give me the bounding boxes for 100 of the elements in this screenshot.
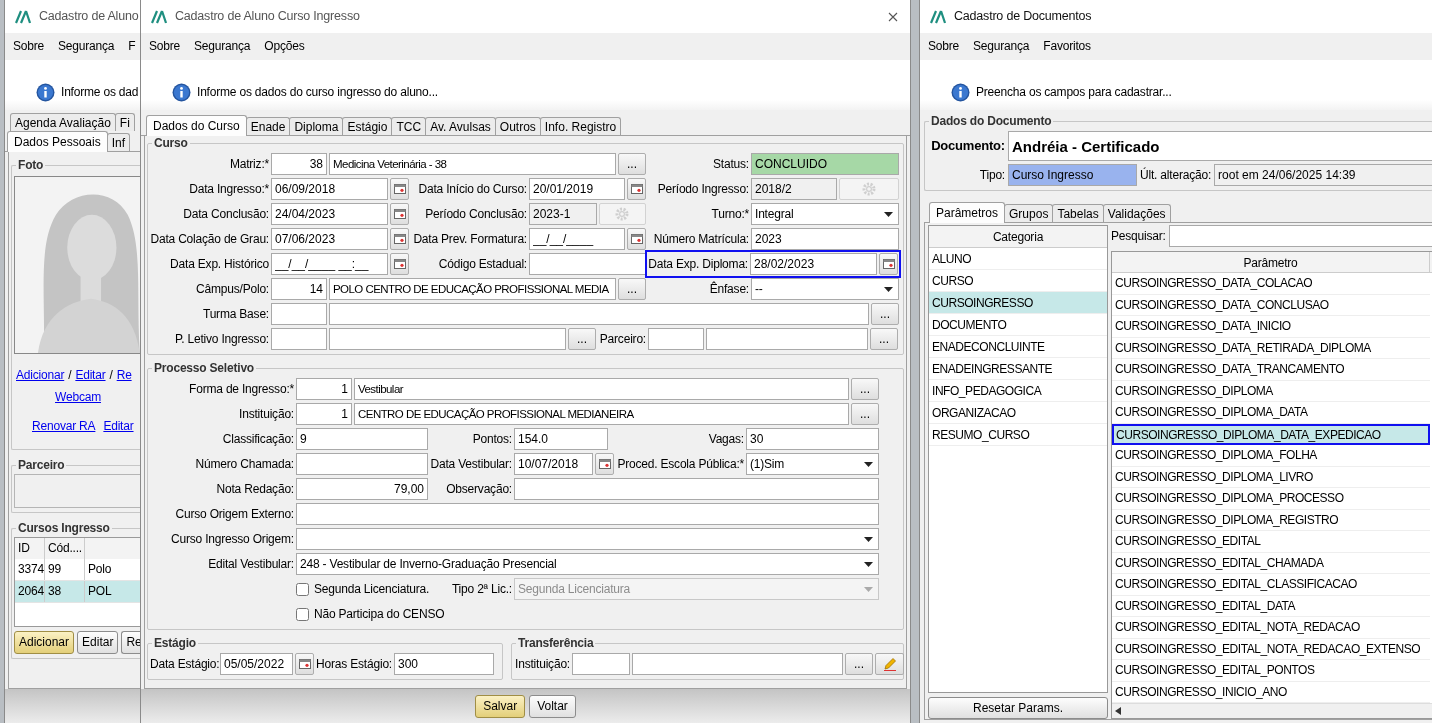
- tab[interactable]: Inf: [106, 133, 131, 151]
- status-field[interactable]: CONCLUIDO: [751, 153, 899, 175]
- link[interactable]: Re: [116, 368, 132, 383]
- date-field[interactable]: 24/04/2023: [271, 203, 388, 225]
- period-field[interactable]: 2023-1: [529, 203, 597, 225]
- name-field[interactable]: [329, 328, 566, 350]
- checkbox[interactable]: [296, 607, 309, 621]
- tab[interactable]: Parâmetros: [929, 202, 1006, 223]
- menu-item[interactable]: Sobre: [928, 39, 960, 54]
- list-item[interactable]: ORGANIZACAO: [929, 402, 1107, 424]
- table-row[interactable]: CURSOINGRESSO_DIPLOMA: [1112, 380, 1430, 402]
- menu-item[interactable]: Segurança: [973, 39, 1030, 54]
- column-header[interactable]: ID: [15, 538, 45, 560]
- lookup-button[interactable]: ...: [851, 403, 879, 425]
- code-field[interactable]: [271, 303, 327, 325]
- column-header[interactable]: Categoria: [929, 226, 1107, 248]
- link[interactable]: Adicionar: [16, 368, 65, 383]
- list-item[interactable]: RESUMO_CURSO: [929, 424, 1107, 446]
- tab[interactable]: Info. Registro: [539, 117, 622, 135]
- name-field[interactable]: Vestibular: [354, 378, 849, 400]
- menu-item[interactable]: F: [128, 39, 136, 54]
- number-field[interactable]: 79,00: [296, 478, 428, 500]
- lookup-button[interactable]: ...: [870, 328, 898, 350]
- name-field[interactable]: [706, 328, 868, 350]
- date-field[interactable]: 28/02/2023: [750, 253, 877, 275]
- text-field[interactable]: 300: [394, 653, 494, 675]
- tab[interactable]: Estágio: [342, 117, 393, 135]
- type-field[interactable]: Curso Ingresso: [1008, 164, 1137, 186]
- tab[interactable]: Diploma: [289, 117, 344, 135]
- column-header[interactable]: Cód....: [45, 538, 85, 560]
- name-field[interactable]: Medicina Veterinária - 38: [329, 153, 616, 175]
- dropdown[interactable]: [296, 528, 879, 550]
- list-item[interactable]: DOCUMENTO: [929, 314, 1107, 336]
- lookup-button[interactable]: ...: [618, 278, 646, 300]
- dropdown[interactable]: Integral: [751, 203, 899, 225]
- text-field[interactable]: [296, 503, 879, 525]
- tab[interactable]: Dados Pessoais: [7, 131, 108, 152]
- code-field[interactable]: [271, 328, 327, 350]
- table-row[interactable]: CURSOINGRESSO_DIPLOMA_DATA_EXPEDICAO: [1112, 423, 1430, 445]
- table-row[interactable]: CURSOINGRESSO_DIPLOMA_PROCESSO: [1112, 488, 1430, 510]
- calendar-button[interactable]: [390, 178, 409, 200]
- document-field[interactable]: Andréia - Certificado: [1008, 131, 1432, 161]
- table-row[interactable]: CURSOINGRESSO_EDITAL_DATA: [1112, 595, 1430, 617]
- dropdown[interactable]: (1)Sim: [746, 453, 879, 475]
- menu-item[interactable]: Segurança: [194, 39, 251, 54]
- code-field[interactable]: [648, 328, 704, 350]
- checkbox[interactable]: [296, 582, 309, 596]
- link[interactable]: Renovar RA: [32, 418, 96, 434]
- lookup-button[interactable]: ...: [851, 378, 879, 400]
- code-field[interactable]: 1: [296, 403, 352, 425]
- dropdown[interactable]: --: [751, 278, 899, 300]
- reset-button[interactable]: Resetar Params.: [928, 697, 1108, 719]
- edit-button[interactable]: [875, 653, 904, 675]
- link[interactable]: Editar: [75, 368, 106, 383]
- name-field[interactable]: CENTRO DE EDUCAÇÃO PROFISSIONAL MEDIANEIRA: [354, 403, 849, 425]
- date-field[interactable]: 20/01/2019: [529, 178, 625, 200]
- table-row[interactable]: CURSOINGRESSO_DIPLOMA_FOLHA: [1112, 445, 1430, 467]
- text-field[interactable]: 30: [746, 428, 879, 450]
- table-row[interactable]: CURSOINGRESSO_EDITAL_CHAMADA: [1112, 552, 1430, 574]
- table-row[interactable]: CURSOINGRESSO_EDITAL_CLASSIFICACAO: [1112, 574, 1430, 596]
- lookup-button[interactable]: ...: [618, 153, 646, 175]
- date-field[interactable]: 07/06/2023: [271, 228, 388, 250]
- calendar-button[interactable]: [627, 228, 646, 250]
- name-field[interactable]: [632, 653, 843, 675]
- button[interactable]: Editar: [77, 631, 119, 655]
- code-field[interactable]: 1: [296, 378, 352, 400]
- list-item[interactable]: ALUNO: [929, 248, 1107, 270]
- code-field[interactable]: 38: [271, 153, 327, 175]
- calendar-button[interactable]: [390, 228, 409, 250]
- tab[interactable]: Agenda Avaliação: [10, 113, 116, 131]
- button[interactable]: Salvar: [475, 694, 526, 718]
- list-item[interactable]: INFO_PEDAGOGICA: [929, 380, 1107, 402]
- tab[interactable]: Enade: [245, 117, 291, 135]
- list-item[interactable]: CURSOINGRESSO: [929, 292, 1107, 314]
- search-field[interactable]: [1168, 225, 1432, 247]
- date-field[interactable]: __/__/____: [529, 228, 625, 250]
- table-row[interactable]: CURSOINGRESSO_DATA_CONCLUSAO: [1112, 294, 1430, 316]
- tab[interactable]: Grupos: [1004, 204, 1054, 222]
- tab[interactable]: Av. Avulsas: [425, 117, 496, 135]
- text-field[interactable]: 9: [296, 428, 428, 450]
- menu-item[interactable]: Favoritos: [1043, 39, 1091, 54]
- menu-item[interactable]: Sobre: [13, 39, 45, 54]
- text-field[interactable]: [529, 253, 646, 275]
- calendar-button[interactable]: [390, 203, 409, 225]
- button[interactable]: Adicionar: [14, 631, 75, 655]
- table-row[interactable]: 2064 38 POL: [15, 581, 140, 604]
- table-row[interactable]: CURSOINGRESSO_EDITAL_NOTA_REDACAO_EXTENSO: [1112, 638, 1430, 660]
- calendar-button[interactable]: [627, 178, 646, 200]
- dropdown[interactable]: 248 - Vestibular de Inverno-Graduação Presencial: [296, 553, 879, 575]
- button[interactable]: Voltar: [529, 694, 576, 718]
- date-field[interactable]: 10/07/2018: [514, 453, 593, 475]
- tab[interactable]: Tabelas: [1052, 204, 1104, 222]
- table-row[interactable]: CURSOINGRESSO_DATA_COLACAO: [1112, 273, 1430, 295]
- calendar-button[interactable]: [879, 253, 898, 275]
- list-item[interactable]: ENADECONCLUINTE: [929, 336, 1107, 358]
- webcam-link[interactable]: Webcam: [55, 390, 101, 405]
- lookup-button[interactable]: ...: [871, 303, 899, 325]
- tab[interactable]: TCC: [391, 117, 427, 135]
- column-header[interactable]: Parâmetro: [1112, 252, 1430, 272]
- list-item[interactable]: ENADEINGRESSANTE: [929, 358, 1107, 380]
